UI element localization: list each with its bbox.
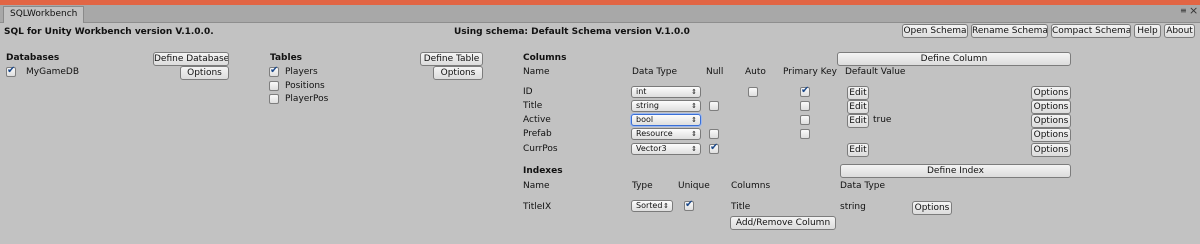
app-title: SQL for Unity Workbench version V.1.0.0.	[4, 27, 214, 37]
options-button-title[interactable]: Options	[1031, 100, 1071, 114]
pk-checkbox-title[interactable]	[800, 101, 810, 111]
null-checkbox-prefab[interactable]	[709, 129, 719, 139]
edit-button-title[interactable]: Edit	[847, 100, 869, 114]
define-index-button[interactable]: Define Index	[840, 164, 1071, 178]
col-header-default-value: Default Value	[845, 67, 906, 77]
select-arrow-icon: ⇕	[691, 102, 697, 110]
column-type-value: Vector3	[636, 144, 667, 153]
column-name-active: Active	[523, 115, 551, 125]
idx-header-unique: Unique	[678, 181, 710, 191]
tables-heading: Tables	[270, 53, 303, 63]
null-checkbox-title[interactable]	[709, 101, 719, 111]
compact-schema-button[interactable]: Compact Schema	[1051, 24, 1131, 38]
database-name: MyGameDB	[26, 67, 79, 77]
select-arrow-icon: ⇕	[663, 202, 669, 210]
options-button-id[interactable]: Options	[1031, 86, 1071, 100]
index-type-select[interactable]: Sorted ⇕	[631, 200, 673, 212]
schema-status: Using schema: Default Schema version V.1…	[454, 27, 690, 37]
define-column-button[interactable]: Define Column	[837, 52, 1071, 66]
table-name-positions[interactable]: Positions	[285, 81, 325, 91]
open-schema-button[interactable]: Open Schema	[902, 24, 968, 38]
edit-button-active[interactable]: Edit	[847, 114, 869, 128]
column-name-title: Title	[523, 101, 543, 111]
table-name-playerpos[interactable]: PlayerPos	[285, 94, 328, 104]
index-column-title: Title	[731, 202, 751, 212]
idx-header-name: Name	[523, 181, 550, 191]
idx-header-columns: Columns	[731, 181, 771, 191]
idx-header-datatype: Data Type	[840, 181, 886, 191]
column-type-select-active[interactable]: bool ⇕	[631, 114, 701, 126]
index-unique-checkbox[interactable]	[684, 199, 694, 211]
col-header-null: Null	[706, 67, 724, 77]
indexes-heading: Indexes	[523, 166, 563, 176]
col-header-datatype: Data Type	[632, 67, 678, 77]
table-checkbox-playerpos[interactable]	[269, 94, 279, 104]
define-table-button[interactable]: Define Table	[420, 52, 483, 66]
about-button[interactable]: About	[1164, 24, 1195, 38]
table-checkbox-positions[interactable]	[269, 81, 279, 91]
close-icon[interactable]: ×	[1189, 4, 1198, 17]
define-database-button[interactable]: Define Database	[153, 52, 229, 66]
column-name-currpos: CurrPos	[523, 144, 558, 154]
database-checkbox[interactable]	[6, 65, 16, 77]
default-value-active: true	[873, 115, 892, 125]
auto-checkbox-id[interactable]	[748, 87, 758, 97]
idx-header-type: Type	[632, 181, 653, 191]
table-name-players[interactable]: Players	[285, 67, 318, 77]
columns-heading: Columns	[523, 53, 567, 63]
column-name-prefab: Prefab	[523, 129, 552, 139]
options-button-currpos[interactable]: Options	[1031, 143, 1071, 157]
edit-button-id[interactable]: Edit	[847, 86, 869, 100]
index-name-titleix: TitleIX	[523, 202, 552, 212]
column-name-id: ID	[523, 87, 533, 97]
options-button-prefab[interactable]: Options	[1031, 128, 1071, 142]
column-type-value: int	[636, 87, 647, 96]
menu-icon[interactable]: ≡	[1180, 6, 1187, 15]
null-checkbox-currpos[interactable]	[709, 142, 719, 154]
col-header-primary-key: Primary Key	[783, 67, 837, 77]
database-options-button[interactable]: Options	[180, 66, 229, 80]
column-type-value: Resource	[636, 129, 673, 138]
index-type-value: Sorted	[636, 201, 663, 210]
column-type-select-title[interactable]: string ⇕	[631, 100, 701, 112]
rename-schema-button[interactable]: Rename Schema	[971, 24, 1048, 38]
pk-checkbox-id[interactable]	[800, 85, 810, 97]
select-arrow-icon: ⇕	[691, 88, 697, 96]
col-header-name: Name	[523, 67, 550, 77]
options-button-active[interactable]: Options	[1031, 114, 1071, 128]
column-type-value: string	[636, 101, 659, 110]
databases-heading: Databases	[6, 53, 60, 63]
pk-checkbox-active[interactable]	[800, 115, 810, 125]
pk-checkbox-prefab[interactable]	[800, 129, 810, 139]
column-type-select-currpos[interactable]: Vector3 ⇕	[631, 143, 701, 155]
col-header-auto: Auto	[745, 67, 766, 77]
column-type-select-id[interactable]: int ⇕	[631, 86, 701, 98]
help-button[interactable]: Help	[1134, 24, 1161, 38]
index-data-type: string	[840, 202, 866, 212]
index-options-button[interactable]: Options	[912, 201, 952, 215]
select-arrow-icon: ⇕	[691, 130, 697, 138]
column-type-value: bool	[636, 115, 654, 124]
table-options-button[interactable]: Options	[433, 66, 483, 80]
select-arrow-icon: ⇕	[691, 145, 697, 153]
select-arrow-icon: ⇕	[691, 116, 697, 124]
tab-strip	[0, 5, 1200, 23]
column-type-select-prefab[interactable]: Resource ⇕	[631, 128, 701, 140]
table-checkbox-players[interactable]	[269, 65, 279, 77]
add-remove-column-button[interactable]: Add/Remove Column	[730, 216, 836, 230]
tab-sqlworkbench[interactable]: SQLWorkbench	[3, 6, 85, 23]
edit-button-currpos[interactable]: Edit	[847, 143, 869, 157]
